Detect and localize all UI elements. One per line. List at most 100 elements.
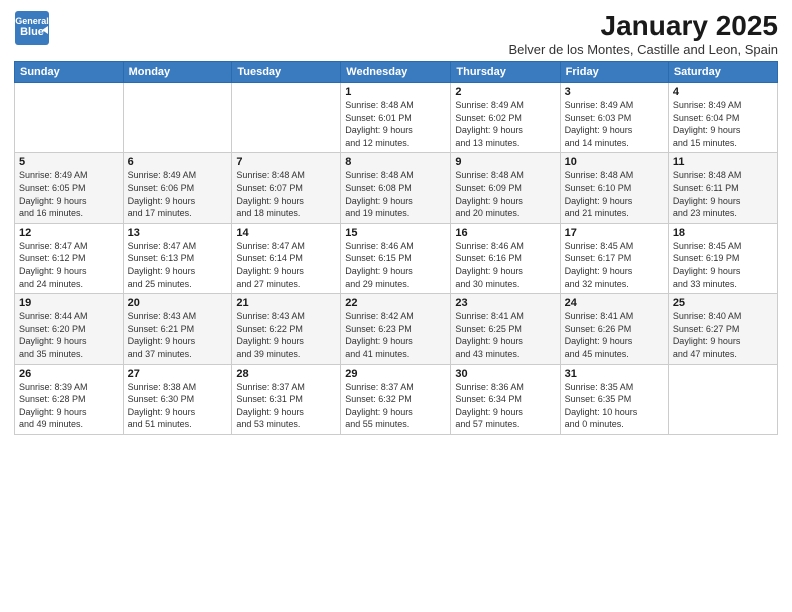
- logo-icon: General Blue: [14, 10, 50, 46]
- calendar-week-row: 19Sunrise: 8:44 AM Sunset: 6:20 PM Dayli…: [15, 294, 778, 364]
- day-info: Sunrise: 8:45 AM Sunset: 6:19 PM Dayligh…: [673, 240, 773, 290]
- day-info: Sunrise: 8:47 AM Sunset: 6:12 PM Dayligh…: [19, 240, 119, 290]
- day-number: 19: [19, 297, 119, 309]
- calendar-header-row: Sunday Monday Tuesday Wednesday Thursday…: [15, 62, 778, 83]
- table-row: 22Sunrise: 8:42 AM Sunset: 6:23 PM Dayli…: [341, 294, 451, 364]
- day-number: 17: [565, 227, 664, 239]
- day-info: Sunrise: 8:48 AM Sunset: 6:11 PM Dayligh…: [673, 169, 773, 219]
- day-number: 10: [565, 156, 664, 168]
- table-row: 8Sunrise: 8:48 AM Sunset: 6:08 PM Daylig…: [341, 153, 451, 223]
- calendar-week-row: 1Sunrise: 8:48 AM Sunset: 6:01 PM Daylig…: [15, 83, 778, 153]
- day-number: 12: [19, 227, 119, 239]
- table-row: 27Sunrise: 8:38 AM Sunset: 6:30 PM Dayli…: [123, 364, 232, 434]
- table-row: 24Sunrise: 8:41 AM Sunset: 6:26 PM Dayli…: [560, 294, 668, 364]
- table-row: 3Sunrise: 8:49 AM Sunset: 6:03 PM Daylig…: [560, 83, 668, 153]
- table-row: 7Sunrise: 8:48 AM Sunset: 6:07 PM Daylig…: [232, 153, 341, 223]
- page-header: General Blue January 2025 Belver de los …: [14, 10, 778, 57]
- table-row: 26Sunrise: 8:39 AM Sunset: 6:28 PM Dayli…: [15, 364, 124, 434]
- table-row: 30Sunrise: 8:36 AM Sunset: 6:34 PM Dayli…: [451, 364, 560, 434]
- table-row: 11Sunrise: 8:48 AM Sunset: 6:11 PM Dayli…: [668, 153, 777, 223]
- day-number: 29: [345, 368, 446, 380]
- day-number: 21: [236, 297, 336, 309]
- table-row: 12Sunrise: 8:47 AM Sunset: 6:12 PM Dayli…: [15, 223, 124, 293]
- table-row: 17Sunrise: 8:45 AM Sunset: 6:17 PM Dayli…: [560, 223, 668, 293]
- table-row: 20Sunrise: 8:43 AM Sunset: 6:21 PM Dayli…: [123, 294, 232, 364]
- day-number: 27: [128, 368, 228, 380]
- day-number: 15: [345, 227, 446, 239]
- table-row: 16Sunrise: 8:46 AM Sunset: 6:16 PM Dayli…: [451, 223, 560, 293]
- calendar-table: Sunday Monday Tuesday Wednesday Thursday…: [14, 61, 778, 435]
- day-info: Sunrise: 8:49 AM Sunset: 6:03 PM Dayligh…: [565, 99, 664, 149]
- table-row: 1Sunrise: 8:48 AM Sunset: 6:01 PM Daylig…: [341, 83, 451, 153]
- col-saturday: Saturday: [668, 62, 777, 83]
- day-number: 26: [19, 368, 119, 380]
- calendar-week-row: 26Sunrise: 8:39 AM Sunset: 6:28 PM Dayli…: [15, 364, 778, 434]
- day-info: Sunrise: 8:49 AM Sunset: 6:06 PM Dayligh…: [128, 169, 228, 219]
- day-number: 20: [128, 297, 228, 309]
- table-row: 9Sunrise: 8:48 AM Sunset: 6:09 PM Daylig…: [451, 153, 560, 223]
- day-number: 31: [565, 368, 664, 380]
- day-number: 8: [345, 156, 446, 168]
- day-number: 25: [673, 297, 773, 309]
- table-row: [232, 83, 341, 153]
- day-info: Sunrise: 8:39 AM Sunset: 6:28 PM Dayligh…: [19, 381, 119, 431]
- day-info: Sunrise: 8:49 AM Sunset: 6:04 PM Dayligh…: [673, 99, 773, 149]
- table-row: 19Sunrise: 8:44 AM Sunset: 6:20 PM Dayli…: [15, 294, 124, 364]
- table-row: 28Sunrise: 8:37 AM Sunset: 6:31 PM Dayli…: [232, 364, 341, 434]
- day-info: Sunrise: 8:48 AM Sunset: 6:07 PM Dayligh…: [236, 169, 336, 219]
- day-number: 30: [455, 368, 555, 380]
- day-number: 22: [345, 297, 446, 309]
- day-info: Sunrise: 8:37 AM Sunset: 6:31 PM Dayligh…: [236, 381, 336, 431]
- col-monday: Monday: [123, 62, 232, 83]
- day-info: Sunrise: 8:49 AM Sunset: 6:02 PM Dayligh…: [455, 99, 555, 149]
- day-number: 13: [128, 227, 228, 239]
- day-number: 18: [673, 227, 773, 239]
- day-info: Sunrise: 8:38 AM Sunset: 6:30 PM Dayligh…: [128, 381, 228, 431]
- day-info: Sunrise: 8:45 AM Sunset: 6:17 PM Dayligh…: [565, 240, 664, 290]
- table-row: 29Sunrise: 8:37 AM Sunset: 6:32 PM Dayli…: [341, 364, 451, 434]
- day-number: 23: [455, 297, 555, 309]
- day-info: Sunrise: 8:40 AM Sunset: 6:27 PM Dayligh…: [673, 310, 773, 360]
- day-info: Sunrise: 8:48 AM Sunset: 6:10 PM Dayligh…: [565, 169, 664, 219]
- month-title: January 2025: [508, 10, 778, 42]
- day-number: 11: [673, 156, 773, 168]
- table-row: 23Sunrise: 8:41 AM Sunset: 6:25 PM Dayli…: [451, 294, 560, 364]
- table-row: 18Sunrise: 8:45 AM Sunset: 6:19 PM Dayli…: [668, 223, 777, 293]
- day-info: Sunrise: 8:49 AM Sunset: 6:05 PM Dayligh…: [19, 169, 119, 219]
- table-row: 2Sunrise: 8:49 AM Sunset: 6:02 PM Daylig…: [451, 83, 560, 153]
- day-info: Sunrise: 8:46 AM Sunset: 6:16 PM Dayligh…: [455, 240, 555, 290]
- day-number: 6: [128, 156, 228, 168]
- table-row: 10Sunrise: 8:48 AM Sunset: 6:10 PM Dayli…: [560, 153, 668, 223]
- day-info: Sunrise: 8:48 AM Sunset: 6:08 PM Dayligh…: [345, 169, 446, 219]
- table-row: 4Sunrise: 8:49 AM Sunset: 6:04 PM Daylig…: [668, 83, 777, 153]
- col-thursday: Thursday: [451, 62, 560, 83]
- calendar-week-row: 12Sunrise: 8:47 AM Sunset: 6:12 PM Dayli…: [15, 223, 778, 293]
- day-info: Sunrise: 8:48 AM Sunset: 6:01 PM Dayligh…: [345, 99, 446, 149]
- day-number: 14: [236, 227, 336, 239]
- col-sunday: Sunday: [15, 62, 124, 83]
- col-friday: Friday: [560, 62, 668, 83]
- table-row: 25Sunrise: 8:40 AM Sunset: 6:27 PM Dayli…: [668, 294, 777, 364]
- day-number: 1: [345, 86, 446, 98]
- logo: General Blue: [14, 10, 50, 46]
- day-info: Sunrise: 8:44 AM Sunset: 6:20 PM Dayligh…: [19, 310, 119, 360]
- day-number: 5: [19, 156, 119, 168]
- day-info: Sunrise: 8:43 AM Sunset: 6:22 PM Dayligh…: [236, 310, 336, 360]
- table-row: 31Sunrise: 8:35 AM Sunset: 6:35 PM Dayli…: [560, 364, 668, 434]
- table-row: [15, 83, 124, 153]
- table-row: 14Sunrise: 8:47 AM Sunset: 6:14 PM Dayli…: [232, 223, 341, 293]
- svg-text:General: General: [15, 16, 49, 26]
- day-info: Sunrise: 8:47 AM Sunset: 6:14 PM Dayligh…: [236, 240, 336, 290]
- table-row: 5Sunrise: 8:49 AM Sunset: 6:05 PM Daylig…: [15, 153, 124, 223]
- table-row: 15Sunrise: 8:46 AM Sunset: 6:15 PM Dayli…: [341, 223, 451, 293]
- day-info: Sunrise: 8:35 AM Sunset: 6:35 PM Dayligh…: [565, 381, 664, 431]
- col-tuesday: Tuesday: [232, 62, 341, 83]
- day-info: Sunrise: 8:41 AM Sunset: 6:25 PM Dayligh…: [455, 310, 555, 360]
- day-info: Sunrise: 8:46 AM Sunset: 6:15 PM Dayligh…: [345, 240, 446, 290]
- day-number: 9: [455, 156, 555, 168]
- day-info: Sunrise: 8:42 AM Sunset: 6:23 PM Dayligh…: [345, 310, 446, 360]
- location-subtitle: Belver de los Montes, Castille and Leon,…: [508, 42, 778, 57]
- title-block: January 2025 Belver de los Montes, Casti…: [508, 10, 778, 57]
- day-info: Sunrise: 8:37 AM Sunset: 6:32 PM Dayligh…: [345, 381, 446, 431]
- day-info: Sunrise: 8:41 AM Sunset: 6:26 PM Dayligh…: [565, 310, 664, 360]
